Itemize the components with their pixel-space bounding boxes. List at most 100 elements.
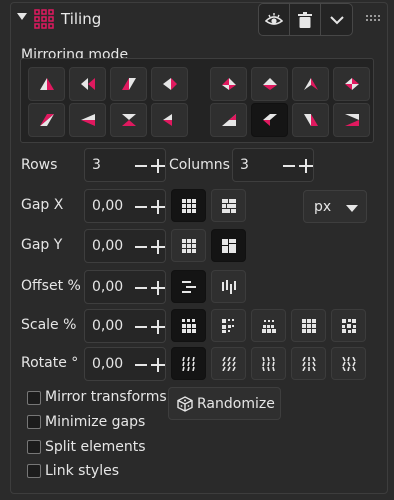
gap-x-compact-button[interactable] (211, 189, 246, 222)
minimize-gaps-label[interactable]: Minimize gaps (45, 414, 145, 430)
minus-icon[interactable] (283, 165, 295, 167)
minus-icon[interactable] (135, 165, 147, 167)
tiling-panel: Tiling Mirroring mode Rows 3 Columns 3 G… (10, 2, 388, 494)
mirror-mode-1[interactable] (28, 67, 65, 101)
scale-label: Scale % (21, 317, 77, 333)
plus-icon[interactable] (151, 358, 165, 372)
offset-rows-button[interactable] (171, 270, 206, 303)
gap-y-stepper[interactable]: 0,00 (84, 229, 166, 263)
gap-y-value[interactable]: 0,00 (92, 238, 123, 254)
plus-icon[interactable] (151, 159, 165, 173)
scale-stepper[interactable]: 0,00 (84, 309, 166, 343)
scale-mode-2[interactable] (211, 309, 246, 342)
mirror-mode-14[interactable] (251, 103, 288, 137)
mirror-mode-icon (344, 78, 359, 90)
gap-y-grid-button[interactable] (171, 229, 206, 262)
mirror-mode-16[interactable] (333, 103, 370, 137)
minimize-gaps-checkbox[interactable] (27, 415, 41, 429)
plus-icon[interactable] (151, 200, 165, 214)
rotate-mode-5[interactable] (331, 347, 366, 380)
drag-handle-icon[interactable] (366, 15, 382, 23)
randomize-button[interactable]: Randomize (168, 387, 281, 420)
mirror-mode-2[interactable] (69, 67, 106, 101)
grid-icon (181, 198, 196, 213)
rotate-stepper[interactable]: 0,00 (84, 347, 166, 381)
columns-stepper[interactable]: 3 (232, 148, 314, 182)
rotate-mode-4[interactable] (291, 347, 326, 380)
mirror-mode-icon (39, 114, 54, 126)
offset-stepper[interactable]: 0,00 (84, 270, 166, 304)
grid-icon (181, 238, 196, 253)
mirror-mode-7[interactable] (292, 67, 329, 101)
columns-value[interactable]: 3 (240, 157, 249, 173)
mirror-mode-15[interactable] (292, 103, 329, 137)
unit-select[interactable]: px (303, 190, 367, 223)
minus-icon[interactable] (135, 287, 147, 289)
plus-icon[interactable] (151, 281, 165, 295)
rotate-uniform-icon (181, 356, 195, 371)
dice-icon (177, 396, 193, 412)
scale-mode-3[interactable] (251, 309, 286, 342)
offset-rows-icon (181, 280, 196, 293)
mirror-mode-3[interactable] (110, 67, 147, 101)
expand-button[interactable] (321, 4, 352, 35)
mirror-mode-9[interactable] (28, 103, 65, 137)
header-button-group (258, 3, 353, 36)
rotate-mode-3[interactable] (251, 347, 286, 380)
tiling-grid-icon (34, 9, 54, 29)
collapse-caret-icon[interactable] (17, 13, 27, 20)
plus-icon[interactable] (299, 159, 313, 173)
plus-icon[interactable] (151, 240, 165, 254)
mirror-mode-8[interactable] (333, 67, 370, 101)
mirror-mode-4[interactable] (151, 67, 188, 101)
mirror-transforms-checkbox[interactable] (27, 391, 41, 405)
rotate-mode-2[interactable] (211, 347, 246, 380)
rows-stepper[interactable]: 3 (84, 148, 166, 182)
mirror-mode-icon (80, 114, 95, 126)
mirror-mode-6[interactable] (251, 67, 288, 101)
mirror-mode-10[interactable] (69, 103, 106, 137)
link-styles-checkbox[interactable] (27, 464, 41, 478)
scale-rows-icon (261, 319, 276, 333)
mirror-transforms-label[interactable]: Mirror transforms (45, 389, 167, 405)
split-elements-checkbox[interactable] (27, 440, 41, 454)
scale-mode-4[interactable] (291, 309, 326, 342)
gap-x-value[interactable]: 0,00 (92, 198, 123, 214)
gap-x-stepper[interactable]: 0,00 (84, 189, 166, 223)
gap-x-label: Gap X (21, 197, 64, 213)
mirror-mode-13[interactable] (210, 103, 247, 137)
rotate-random-icon (341, 356, 356, 371)
offset-value[interactable]: 0,00 (92, 279, 123, 295)
gap-y-compact-button[interactable] (211, 229, 246, 262)
minus-icon[interactable] (135, 246, 147, 248)
mirror-mode-icon (121, 114, 136, 126)
mirror-mode-11[interactable] (110, 103, 147, 137)
delete-button[interactable] (290, 4, 321, 35)
mirror-mode-icon (162, 78, 177, 90)
gap-x-grid-button[interactable] (171, 189, 206, 222)
link-styles-label[interactable]: Link styles (45, 463, 119, 479)
minus-icon[interactable] (135, 326, 147, 328)
mirror-mode-icon (303, 114, 318, 126)
mirror-mode-12[interactable] (151, 103, 188, 137)
rotate-value[interactable]: 0,00 (92, 356, 123, 372)
compact-grid-icon (221, 198, 236, 213)
offset-columns-icon (221, 279, 236, 294)
scale-mode-5[interactable] (331, 309, 366, 342)
trash-icon (298, 11, 312, 28)
plus-icon[interactable] (151, 320, 165, 334)
minus-icon[interactable] (135, 364, 147, 366)
chevron-down-icon (329, 15, 344, 24)
scale-random-icon (341, 318, 356, 333)
minus-icon[interactable] (135, 206, 147, 208)
mirror-mode-5[interactable] (210, 67, 247, 101)
offset-label: Offset % (21, 278, 81, 294)
offset-columns-button[interactable] (211, 270, 246, 303)
scale-mode-1[interactable] (171, 309, 206, 342)
rows-value[interactable]: 3 (92, 157, 101, 173)
split-elements-label[interactable]: Split elements (45, 439, 146, 455)
rows-label: Rows (21, 157, 58, 173)
visibility-button[interactable] (259, 4, 290, 35)
rotate-mode-1[interactable] (171, 347, 206, 380)
scale-value[interactable]: 0,00 (92, 318, 123, 334)
